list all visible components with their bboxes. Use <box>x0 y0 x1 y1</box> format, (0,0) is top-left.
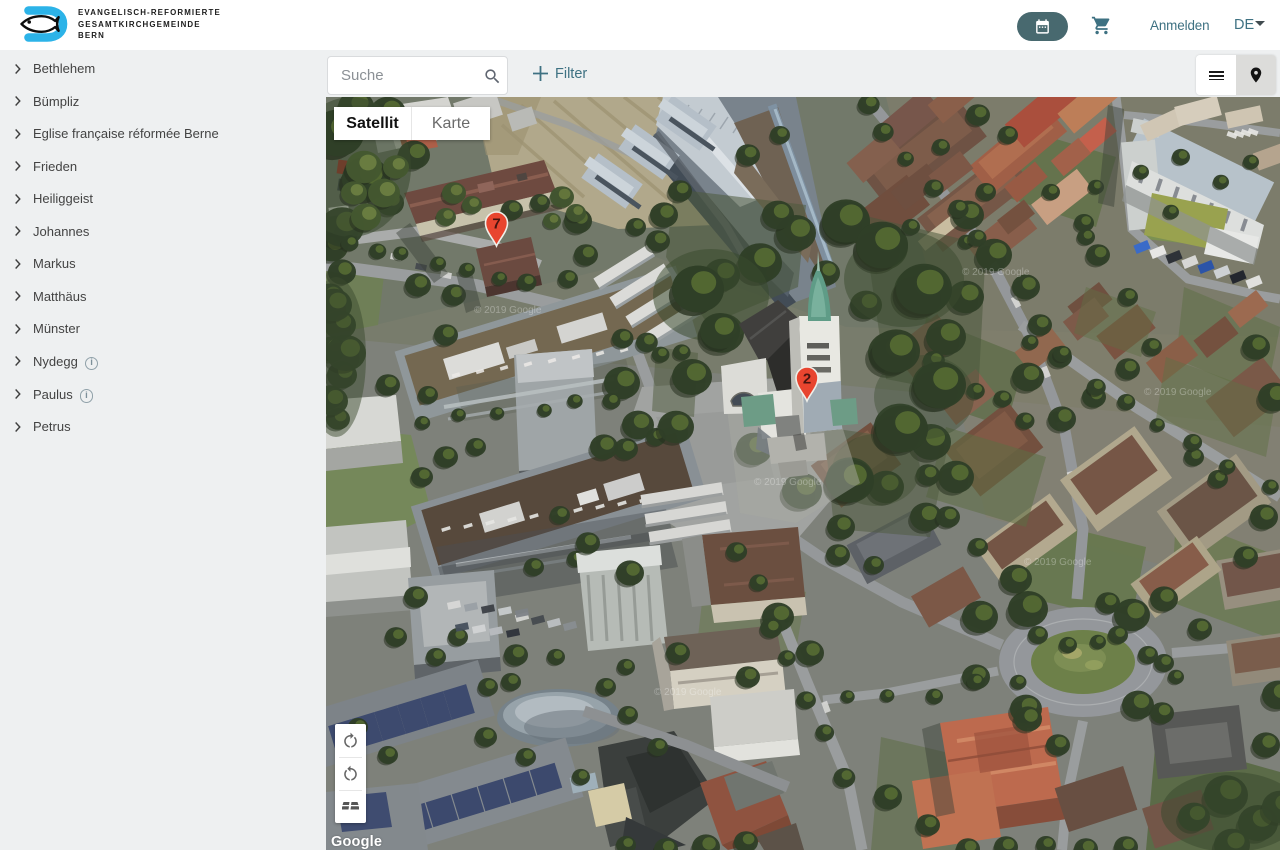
svg-text:© 2019 Google: © 2019 Google <box>654 687 722 698</box>
svg-text:7: 7 <box>492 216 500 233</box>
svg-text:© 2019 Google: © 2019 Google <box>474 305 542 316</box>
svg-text:© 2019 Google: © 2019 Google <box>1144 387 1212 398</box>
svg-text:2: 2 <box>803 371 811 388</box>
svg-text:© 2019 Google: © 2019 Google <box>962 267 1030 278</box>
svg-text:© 2019 Google: © 2019 Google <box>1024 557 1092 568</box>
svg-text:© 2019 Google: © 2019 Google <box>754 477 822 488</box>
